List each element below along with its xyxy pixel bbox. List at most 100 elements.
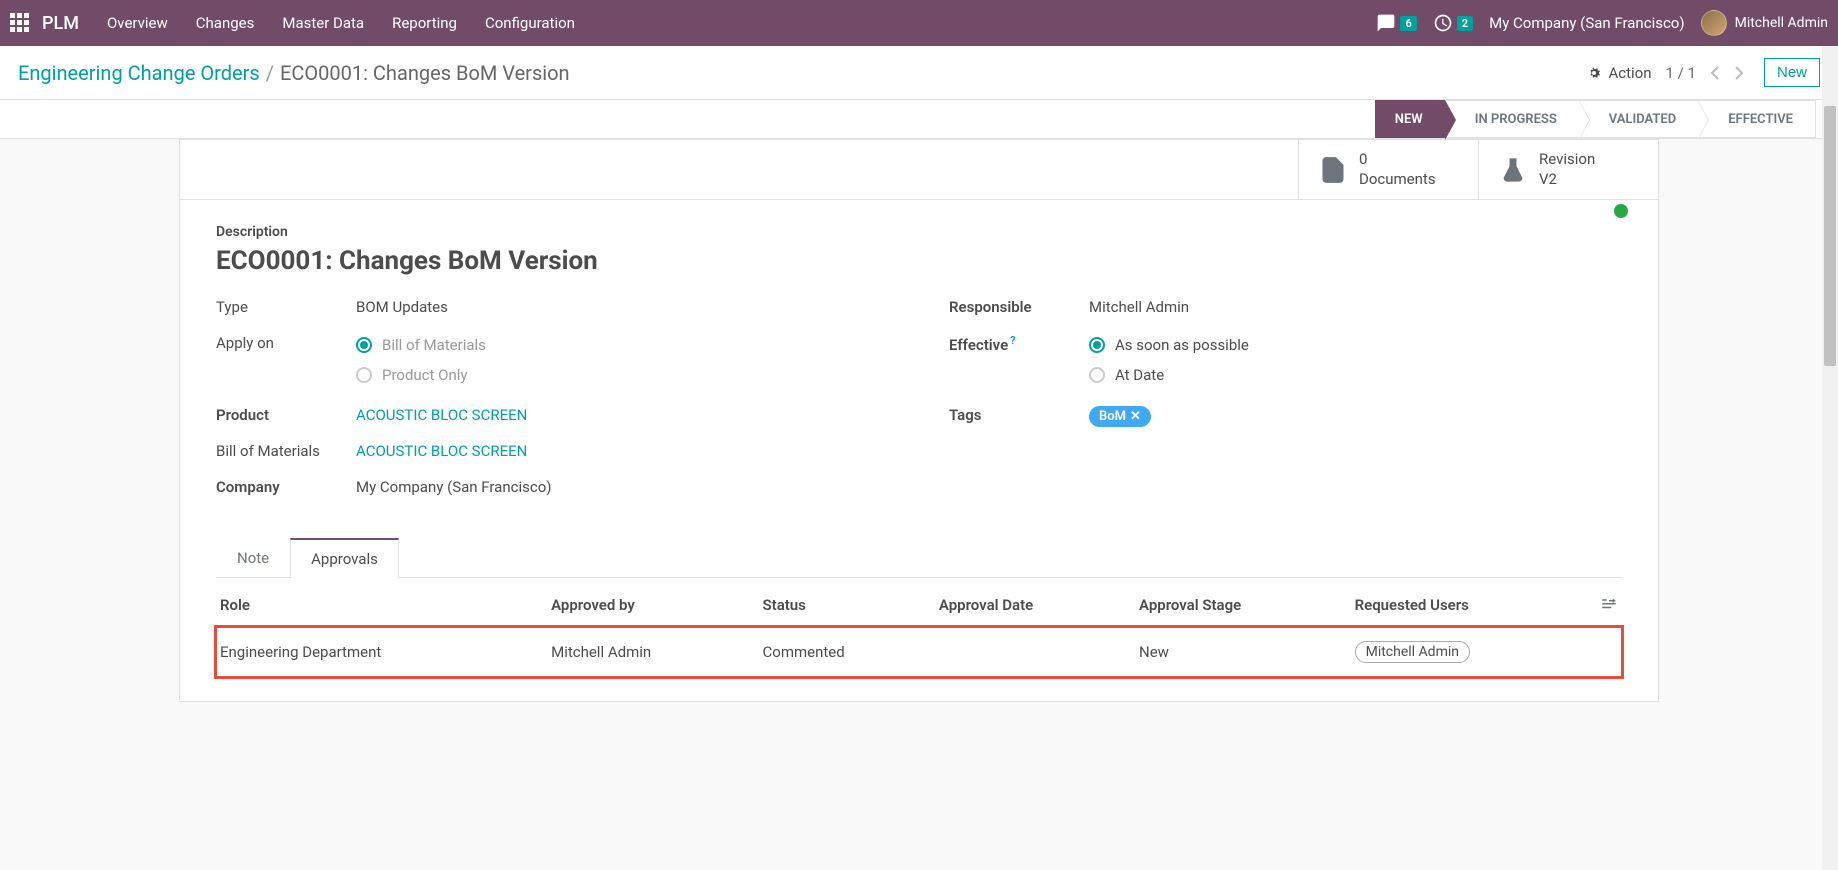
nav-menu: Overview Changes Master Data Reporting C… xyxy=(107,14,575,32)
document-icon xyxy=(1319,156,1347,184)
company-field[interactable]: My Company (San Francisco) xyxy=(356,474,889,496)
col-role[interactable]: Role xyxy=(216,582,547,627)
pager: 1 / 1 xyxy=(1665,60,1750,86)
messages-button[interactable]: 6 xyxy=(1376,13,1416,33)
description-label: Description xyxy=(216,224,1614,240)
col-approval-date[interactable]: Approval Date xyxy=(935,582,1135,627)
cell-approval-date xyxy=(935,627,1135,678)
stat-documents-label: Documents xyxy=(1359,170,1436,190)
apply-on-label: Apply on xyxy=(216,330,356,352)
gear-icon xyxy=(1586,65,1602,81)
product-field[interactable]: ACOUSTIC BLOC SCREEN xyxy=(356,402,889,424)
radio-icon xyxy=(1089,367,1105,383)
type-label: Type xyxy=(216,294,356,316)
tag-remove-icon[interactable]: ✕ xyxy=(1130,409,1141,424)
nav-master-data[interactable]: Master Data xyxy=(282,14,364,32)
user-menu[interactable]: Mitchell Admin xyxy=(1701,10,1828,36)
app-name[interactable]: PLM xyxy=(42,13,79,34)
product-label: Product xyxy=(216,402,356,424)
action-dropdown[interactable]: Action xyxy=(1586,64,1651,82)
nav-reporting[interactable]: Reporting xyxy=(392,14,457,32)
apps-icon[interactable] xyxy=(10,13,30,33)
type-field[interactable]: BOM Updates xyxy=(356,294,889,316)
messages-count: 6 xyxy=(1400,16,1416,31)
form-sheet: 0 Documents Revision V2 Description ECO0… xyxy=(179,139,1659,702)
responsible-field[interactable]: Mitchell Admin xyxy=(1089,294,1622,316)
options-icon[interactable] xyxy=(1600,594,1618,612)
scrollbar-thumb[interactable] xyxy=(1824,106,1836,366)
col-requested-users[interactable]: Requested Users xyxy=(1351,582,1592,627)
top-navbar: PLM Overview Changes Master Data Reporti… xyxy=(0,0,1838,46)
cell-status: Commented xyxy=(759,627,935,678)
action-label: Action xyxy=(1608,64,1651,82)
breadcrumb-parent[interactable]: Engineering Change Orders xyxy=(18,61,260,85)
apply-on-product-radio[interactable]: Product Only xyxy=(356,366,889,384)
approvals-table: Role Approved by Status Approval Date Ap… xyxy=(216,582,1622,677)
cell-requested-users: Mitchell Admin xyxy=(1351,627,1592,678)
notebook-tabs: Note Approvals xyxy=(216,538,1622,578)
chevron-right-icon xyxy=(1734,66,1744,80)
user-chip[interactable]: Mitchell Admin xyxy=(1355,641,1470,663)
cell-approval-stage: New xyxy=(1135,627,1351,678)
breadcrumb-separator: / xyxy=(266,61,274,85)
activities-button[interactable]: 2 xyxy=(1433,13,1473,33)
status-effective[interactable]: EFFECTIVE xyxy=(1698,100,1816,138)
chat-icon xyxy=(1376,13,1396,33)
kanban-state-dot[interactable] xyxy=(1614,204,1628,218)
stat-documents[interactable]: 0 Documents xyxy=(1298,140,1478,199)
clock-icon xyxy=(1433,13,1453,33)
nav-configuration[interactable]: Configuration xyxy=(485,14,575,32)
col-status[interactable]: Status xyxy=(759,582,935,627)
tab-approvals[interactable]: Approvals xyxy=(290,538,399,578)
nav-changes[interactable]: Changes xyxy=(196,14,255,32)
tags-label: Tags xyxy=(949,402,1089,424)
new-button[interactable]: New xyxy=(1764,58,1820,87)
help-icon[interactable]: ? xyxy=(1010,334,1015,347)
pager-next[interactable] xyxy=(1728,60,1750,86)
effective-atdate-label: At Date xyxy=(1115,366,1164,384)
effective-asap-radio[interactable]: As soon as possible xyxy=(1089,336,1622,354)
statusbar-container: NEW IN PROGRESS VALIDATED EFFECTIVE xyxy=(0,100,1838,139)
tab-note[interactable]: Note xyxy=(216,538,290,578)
tag-label: BoM xyxy=(1099,409,1126,424)
pager-prev[interactable] xyxy=(1704,60,1726,86)
chevron-left-icon xyxy=(1710,66,1720,80)
radio-icon xyxy=(1089,337,1105,353)
col-approval-stage[interactable]: Approval Stage xyxy=(1135,582,1351,627)
cell-role: Engineering Department xyxy=(216,627,547,678)
status-in-progress[interactable]: IN PROGRESS xyxy=(1445,100,1579,138)
bom-label: Bill of Materials xyxy=(216,438,356,460)
status-new[interactable]: NEW xyxy=(1375,100,1445,138)
responsible-label: Responsible xyxy=(949,294,1089,316)
company-label: Company xyxy=(216,474,356,496)
apply-on-bom-label: Bill of Materials xyxy=(382,336,486,354)
breadcrumb-current: ECO0001: Changes BoM Version xyxy=(280,61,570,85)
nav-overview[interactable]: Overview xyxy=(107,14,168,32)
apply-on-bom-radio[interactable]: Bill of Materials xyxy=(356,336,889,354)
status-validated[interactable]: VALIDATED xyxy=(1579,100,1698,138)
user-name: Mitchell Admin xyxy=(1735,15,1828,31)
effective-atdate-radio[interactable]: At Date xyxy=(1089,366,1622,384)
bom-field[interactable]: ACOUSTIC BLOC SCREEN xyxy=(356,438,889,460)
radio-icon xyxy=(356,337,372,353)
col-approved-by[interactable]: Approved by xyxy=(547,582,758,627)
effective-radio-group: As soon as possible At Date xyxy=(1089,334,1622,384)
table-row[interactable]: Engineering Department Mitchell Admin Co… xyxy=(216,627,1622,678)
stat-revision-value: V2 xyxy=(1539,170,1595,190)
apply-on-product-label: Product Only xyxy=(382,366,468,384)
avatar xyxy=(1701,10,1727,36)
company-selector[interactable]: My Company (San Francisco) xyxy=(1489,14,1684,32)
activities-count: 2 xyxy=(1457,16,1473,31)
stat-documents-count: 0 xyxy=(1359,150,1436,170)
tags-field[interactable]: BoM ✕ xyxy=(1089,402,1622,427)
tag-bom: BoM ✕ xyxy=(1089,406,1151,427)
apply-on-radio-group: Bill of Materials Product Only xyxy=(356,334,889,384)
cell-approved-by: Mitchell Admin xyxy=(547,627,758,678)
breadcrumb: Engineering Change Orders / ECO0001: Cha… xyxy=(18,61,570,85)
record-title[interactable]: ECO0001: Changes BoM Version xyxy=(216,246,1614,276)
scrollbar[interactable] xyxy=(1822,46,1838,870)
stat-revision-label: Revision xyxy=(1539,150,1595,170)
statusbar: NEW IN PROGRESS VALIDATED EFFECTIVE xyxy=(1375,100,1816,138)
pager-value[interactable]: 1 / 1 xyxy=(1665,64,1696,82)
stat-revision[interactable]: Revision V2 xyxy=(1478,140,1658,199)
